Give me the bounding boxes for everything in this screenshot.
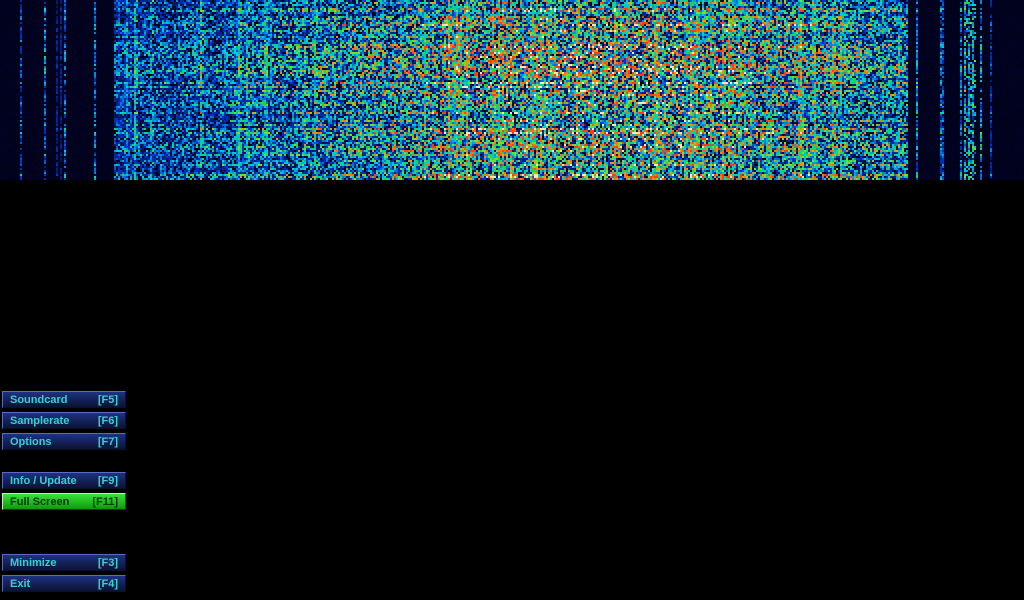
samplerate-key: [F6]: [98, 415, 118, 427]
minimize-label: Minimize: [10, 557, 56, 569]
options-button[interactable]: Options [F7]: [2, 433, 126, 450]
info-update-button[interactable]: Info / Update [F9]: [2, 472, 126, 489]
full-screen-button[interactable]: Full Screen [F11]: [2, 493, 126, 510]
info-update-label: Info / Update: [10, 475, 77, 487]
options-key: [F7]: [98, 436, 118, 448]
full-screen-key: [F11]: [92, 496, 118, 508]
soundcard-key: [F5]: [98, 394, 118, 406]
soundcard-button[interactable]: Soundcard [F5]: [2, 391, 126, 408]
main-rf-waterfall[interactable]: 1378851378901378951379001379051379101379…: [0, 0, 1024, 180]
minimize-key: [F3]: [98, 557, 118, 569]
exit-button[interactable]: Exit [F4]: [2, 575, 126, 592]
hdsdr-window: 1378851378901378951379001379051379101379…: [0, 0, 1024, 600]
samplerate-button[interactable]: Samplerate [F6]: [2, 412, 126, 429]
info-update-key: [F9]: [98, 475, 118, 487]
options-label: Options: [10, 436, 52, 448]
exit-label: Exit: [10, 578, 30, 590]
samplerate-label: Samplerate: [10, 415, 69, 427]
soundcard-label: Soundcard: [10, 394, 67, 406]
minimize-button[interactable]: Minimize [F3]: [2, 554, 126, 571]
full-screen-label: Full Screen: [10, 496, 69, 508]
exit-key: [F4]: [98, 578, 118, 590]
